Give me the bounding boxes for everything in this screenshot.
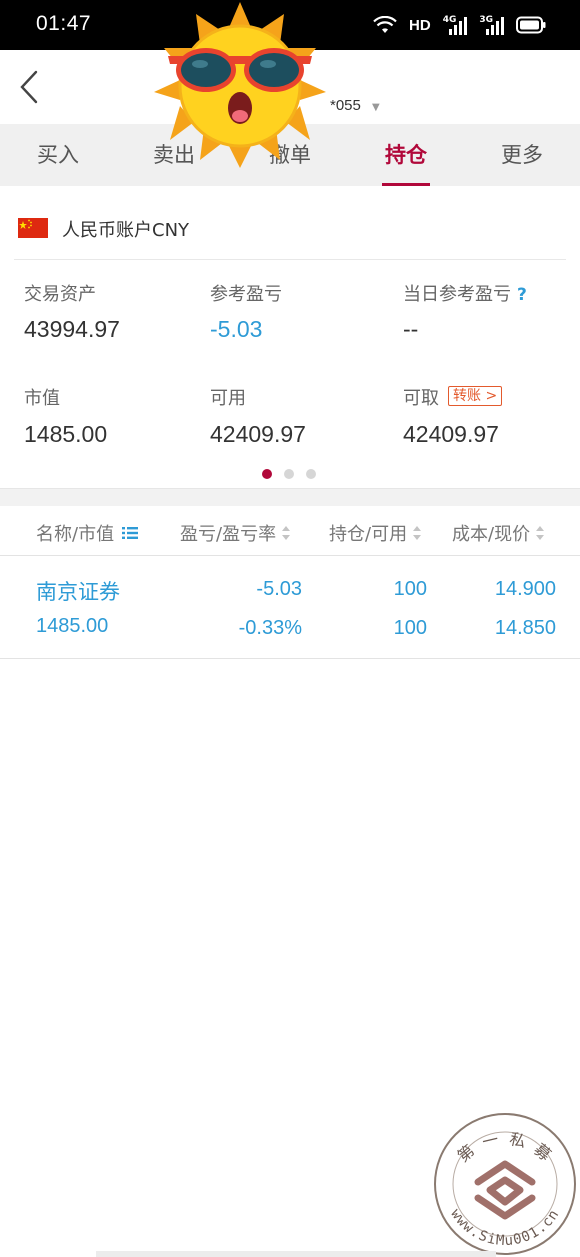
column-cost-label: 成本/现价 <box>452 524 531 545</box>
bottom-strip <box>96 1251 496 1257</box>
stock-price: 14.850 <box>494 617 556 639</box>
withdrawable-value: 42409.97 <box>403 421 499 447</box>
market-value-label: 市值 <box>24 388 60 409</box>
sort-icon[interactable] <box>536 526 545 540</box>
page-dot-active <box>262 469 272 479</box>
stock-available: 100 <box>393 617 427 639</box>
day-ref-pnl-label-text: 当日参考盈亏 <box>403 284 511 305</box>
tab-buy[interactable]: 买入 <box>0 124 116 186</box>
column-name-marketvalue[interactable]: 名称/市值 <box>36 520 139 546</box>
watermark-seal: 第 一 私 募 www.SiMu001.cn <box>434 1113 576 1255</box>
signal-3g-icon: 3G <box>479 15 504 35</box>
help-icon[interactable]: ? <box>517 285 527 305</box>
column-pnl[interactable]: 盈亏/盈亏率 <box>180 520 291 546</box>
stock-cost: 14.900 <box>494 578 556 600</box>
asset-summary[interactable]: 交易资产 43994.97 参考盈亏 -5.03 当日参考盈亏? -- 市值 1… <box>0 262 580 488</box>
column-position[interactable]: 持仓/可用 <box>329 520 422 546</box>
column-position-label: 持仓/可用 <box>329 524 408 545</box>
stock-pnl-rate: -0.33% <box>238 617 302 639</box>
list-icon[interactable] <box>122 526 139 540</box>
stock-name: 南京证券 <box>36 580 120 604</box>
tab-more-label: 更多 <box>501 143 543 167</box>
divider <box>14 259 566 260</box>
page-dot <box>306 469 316 479</box>
account-name: 人民币账户CNY <box>62 220 190 241</box>
signal-4g-icon: 4G <box>443 15 468 35</box>
column-cost-price[interactable]: 成本/现价 <box>452 520 545 546</box>
page-indicator <box>262 469 316 479</box>
page-dot <box>284 469 294 479</box>
stock-pnl: -5.03 <box>256 578 302 600</box>
chevron-left-icon[interactable] <box>18 70 42 104</box>
available-value: 42409.97 <box>210 421 306 447</box>
withdrawable-label: 可取 <box>403 388 439 409</box>
table-row[interactable]: 南京证券 1485.00 -5.03 -0.33% 100 100 14.900… <box>0 557 580 659</box>
wifi-icon <box>373 16 397 34</box>
column-name-label: 名称/市值 <box>36 524 115 545</box>
status-icons: HD 4G 3G <box>373 14 546 36</box>
day-ref-pnl-label: 当日参考盈亏? <box>403 280 527 306</box>
trade-assets-value: 43994.97 <box>24 316 120 342</box>
tab-more[interactable]: 更多 <box>464 124 580 186</box>
china-flag-icon <box>18 218 48 238</box>
battery-icon <box>516 16 546 34</box>
stock-market-value: 1485.00 <box>36 615 109 637</box>
status-time: 01:47 <box>36 12 92 35</box>
market-value-value: 1485.00 <box>24 421 108 447</box>
ref-pnl-label: 参考盈亏 <box>210 284 282 305</box>
column-pnl-label: 盈亏/盈亏率 <box>180 524 277 545</box>
available-label: 可用 <box>210 388 246 409</box>
tab-buy-label: 买入 <box>37 143 79 167</box>
day-ref-pnl-value: -- <box>403 316 419 342</box>
positions-table-header: 名称/市值 盈亏/盈亏率 持仓/可用 成本/现价 <box>0 506 580 556</box>
caret-down-icon[interactable]: ▼ <box>372 102 380 113</box>
transfer-button[interactable]: 转账 > <box>448 386 503 406</box>
section-gap <box>0 488 580 506</box>
account-row: 人民币账户CNY <box>0 186 580 260</box>
sort-icon[interactable] <box>413 526 422 540</box>
ref-pnl-value: -5.03 <box>210 316 263 342</box>
trade-assets-label: 交易资产 <box>24 284 96 305</box>
sun-sticker-icon <box>154 2 326 168</box>
hd-label: HD <box>409 16 431 34</box>
tab-positions-label: 持仓 <box>385 143 427 167</box>
stock-position: 100 <box>393 578 427 600</box>
account-selector[interactable]: *055 <box>330 97 361 114</box>
sort-icon[interactable] <box>282 526 291 540</box>
tab-positions[interactable]: 持仓 <box>348 124 464 186</box>
